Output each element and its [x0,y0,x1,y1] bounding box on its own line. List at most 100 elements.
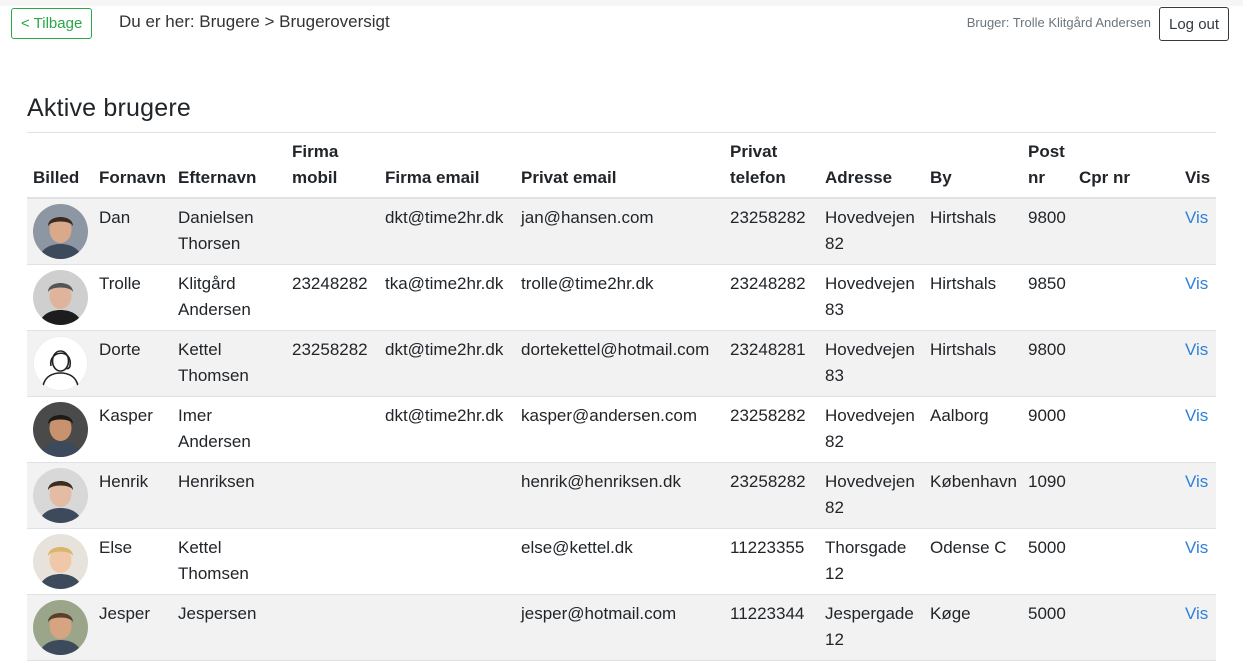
vis-cell: Vis [1179,594,1216,661]
avatar-cell [27,528,93,595]
cell-fornavn: Trolle [93,264,172,331]
cell-firma-mobil [286,198,379,265]
cell-efternavn: Jespersen [172,594,286,661]
table-row: Else Kettel Thomsen else@kettel.dk 11223355… [27,528,1216,595]
avatar-cell [27,264,93,331]
cell-privat-email: kasper@andersen.com [515,396,724,463]
cell-adresse: Hovedvejen 83 [819,330,924,397]
column-header-by: By [924,133,1022,199]
cell-privat-email: henrik@henriksen.dk [515,462,724,529]
top-strip [0,0,1243,6]
cell-fornavn: Henrik [93,462,172,529]
column-header-firma-mobil: Firma mobil [286,133,379,199]
breadcrumb: Du er her: Brugere > Brugeroversigt [119,12,390,31]
cell-privat-email: jesper@hotmail.com [515,594,724,661]
cell-firma-email [379,462,515,529]
cell-adresse: Hovedvejen 82 [819,396,924,463]
cell-cpr-nr [1073,198,1179,265]
cell-privat-email: trolle@time2hr.dk [515,264,724,331]
cell-fornavn: Dan [93,198,172,265]
page-title: Aktive brugere [27,94,191,122]
cell-post-nr: 5000 [1022,594,1073,661]
cell-firma-mobil [286,462,379,529]
table-row: Trolle Klitgård Andersen 23248282 tka@time2… [27,264,1216,331]
column-header-privat-email: Privat email [515,133,724,199]
cell-post-nr: 9000 [1022,396,1073,463]
cell-adresse: Jespergade 12 [819,594,924,661]
table-row: Jesper Jespersen jesper@hotmail.com 1122334… [27,594,1216,661]
cell-cpr-nr [1073,528,1179,595]
cell-adresse: Thorsgade 12 [819,528,924,595]
vis-cell: Vis [1179,528,1216,595]
cell-firma-mobil [286,396,379,463]
column-header-billed: Billed [27,133,93,199]
table-row: Dorte Kettel Thomsen 23258282 dkt@time2hr.d… [27,330,1216,397]
cell-firma-mobil: 23248282 [286,264,379,331]
vis-link[interactable]: Vis [1185,472,1208,491]
female-placeholder-icon [33,335,88,391]
cell-privat-email: else@kettel.dk [515,528,724,595]
vis-link[interactable]: Vis [1185,208,1208,227]
table-row: Henrik Henriksen henrik@henriksen.dk 232582… [27,462,1216,529]
back-button[interactable]: < Tilbage [11,8,93,39]
column-header-privat-telefon: Privat telefon [724,133,819,199]
cell-privat-telefon: 23258282 [724,462,819,529]
avatar-cell [27,396,93,463]
avatar-cell [27,198,93,265]
vis-cell: Vis [1179,396,1216,463]
cell-adresse: Hovedvejen 82 [819,198,924,265]
cell-privat-telefon: 23258282 [724,198,819,265]
cell-efternavn: Kettel Thomsen [172,330,286,397]
cell-privat-telefon: 23258282 [724,396,819,463]
cell-privat-email: dortekettel@hotmail.com [515,330,724,397]
avatar-cell [27,594,93,661]
cell-firma-email [379,528,515,595]
cell-fornavn: Dorte [93,330,172,397]
vis-cell: Vis [1179,462,1216,529]
vis-link[interactable]: Vis [1185,340,1208,359]
vis-link[interactable]: Vis [1185,604,1208,623]
cell-post-nr: 9800 [1022,198,1073,265]
vis-link[interactable]: Vis [1185,538,1208,557]
cell-fornavn: Else [93,528,172,595]
cell-firma-email: tka@time2hr.dk [379,264,515,331]
vis-link[interactable]: Vis [1185,406,1208,425]
cell-privat-telefon: 11223344 [724,594,819,661]
cell-efternavn: Kettel Thomsen [172,528,286,595]
current-user-label: Bruger: Trolle Klitgård Andersen [966,15,1151,30]
column-header-adresse: Adresse [819,133,924,199]
cell-post-nr: 9800 [1022,330,1073,397]
cell-privat-email: jan@hansen.com [515,198,724,265]
cell-fornavn: Jesper [93,594,172,661]
user-avatar-photo [33,401,88,457]
cell-cpr-nr [1073,264,1179,331]
user-avatar-photo [33,269,88,325]
cell-cpr-nr [1073,462,1179,529]
avatar-cell [27,462,93,529]
cell-by: Køge [924,594,1022,661]
vis-cell: Vis [1179,198,1216,265]
cell-efternavn: Henriksen [172,462,286,529]
cell-by: Odense C [924,528,1022,595]
logout-button[interactable]: Log out [1159,7,1230,41]
cell-privat-telefon: 23248282 [724,264,819,331]
cell-post-nr: 5000 [1022,528,1073,595]
user-avatar-photo [33,467,88,523]
user-avatar-photo [33,533,88,589]
user-avatar-photo [33,204,88,259]
column-header-firma-email: Firma email [379,133,515,199]
vis-link[interactable]: Vis [1185,274,1208,293]
cell-firma-email: dkt@time2hr.dk [379,396,515,463]
column-header-fornavn: Fornavn [93,133,172,199]
cell-by: Hirtshals [924,330,1022,397]
cell-by: Hirtshals [924,264,1022,331]
avatar-cell [27,330,93,397]
table-row: Dan Danielsen Thorsen dkt@time2hr.dk jan@ha… [27,198,1216,265]
column-header-vis: Vis [1179,133,1216,199]
column-header-cpr-nr: Cpr nr [1073,133,1179,199]
column-header-efternavn: Efternavn [172,133,286,199]
cell-firma-mobil: 23258282 [286,330,379,397]
vis-cell: Vis [1179,264,1216,331]
cell-adresse: Hovedvejen 82 [819,462,924,529]
cell-privat-telefon: 23248281 [724,330,819,397]
